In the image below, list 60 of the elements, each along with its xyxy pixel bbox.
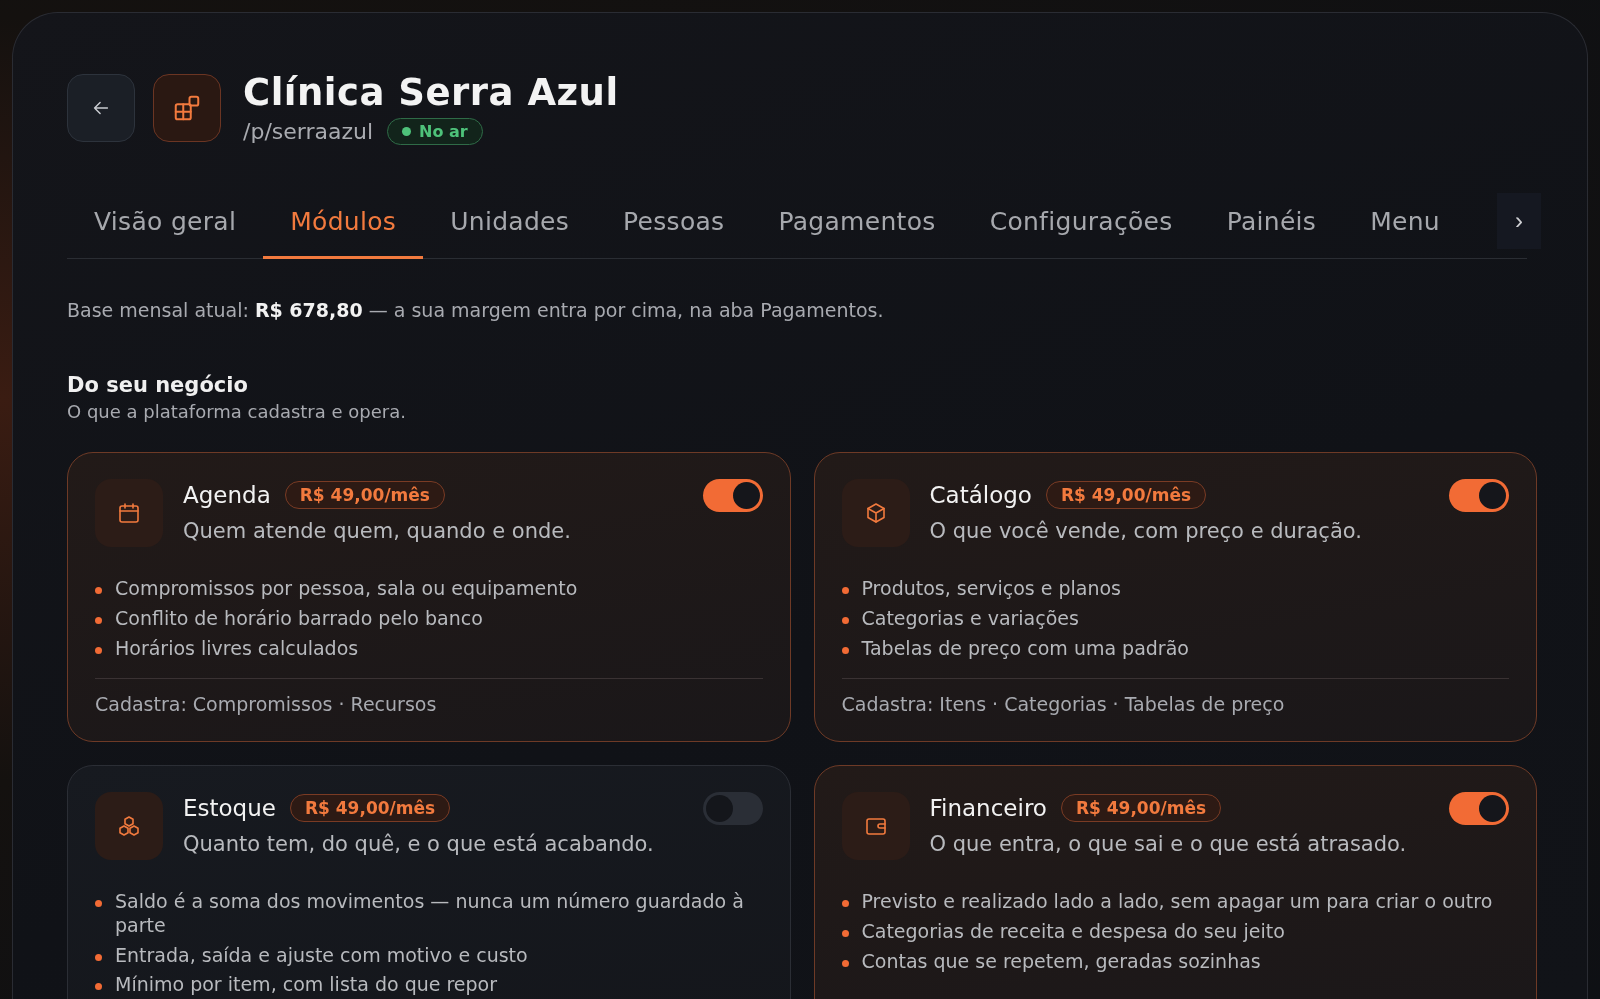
page-path: /p/serraazul (243, 119, 374, 144)
feature-text: Categorias e variações (861, 606, 1079, 631)
feature-text: Horários livres calculados (115, 636, 359, 661)
bullet-dot (95, 900, 102, 907)
tab[interactable]: Menu (1343, 193, 1467, 259)
module-name: Estoque (183, 795, 276, 821)
feature-text: Compromissos por pessoa, sala ou equipamento (115, 577, 578, 601)
page-title: Clínica Serra Azul (243, 71, 619, 114)
status-badge: No ar (387, 118, 483, 145)
feature-text: Categorias de receita e despesa do seu jeito (861, 919, 1285, 944)
tab[interactable]: Visão geral (67, 193, 264, 259)
feature-text: Previsto e realizado lado a lado, sem apagar um para criar o outro (861, 890, 1493, 914)
bullet-dot (841, 616, 849, 624)
bullet-dot (95, 646, 102, 654)
feature-text: Tabelas de preço com uma padrão (861, 636, 1189, 661)
cubes-icon (117, 814, 141, 838)
scroll-right-button[interactable]: › (1497, 193, 1541, 249)
bullet-dot (95, 983, 102, 991)
tab[interactable]: Módulos (263, 193, 424, 259)
feature-text: Contas que se repetem, geradas sozinhas (861, 949, 1261, 974)
tab[interactable]: Pessoas (596, 193, 752, 259)
registers-text: Cadastra: Compromissos · Recursos (95, 678, 763, 716)
price-badge: R$ 49,00/mês (1045, 481, 1207, 509)
module-name: Catálogo (929, 482, 1032, 508)
price-badge: R$ 49,00/mês (289, 794, 451, 822)
bullet-dot (95, 953, 102, 961)
base-price-note: Base mensal atual: R$ 678,80 — a sua margem entra por cima, na aba Pagamentos. (67, 299, 885, 321)
bullet-dot (95, 616, 102, 624)
tab[interactable]: Unidades (423, 193, 597, 259)
feature-text: Produtos, serviços e planos (861, 577, 1121, 601)
feature-text: Mínimo por item, com lista do que repor (115, 973, 498, 997)
section-title: Do seu negócio (67, 373, 249, 397)
toggle-switch[interactable] (702, 479, 763, 512)
calendar-icon (117, 501, 141, 525)
feature-text: Conflito de horário barrado pelo banco (115, 606, 483, 631)
bullet-dot (841, 900, 849, 907)
toggle-switch[interactable] (702, 792, 763, 825)
toggle-switch[interactable] (1449, 479, 1509, 512)
bullet-dot (841, 929, 849, 937)
bullet-dot (841, 587, 849, 594)
toggle-switch[interactable] (1449, 792, 1509, 825)
tab[interactable]: Pagamentos (751, 193, 963, 259)
module-name: Agenda (183, 482, 271, 508)
feature-text: Entrada, saída e ajuste com motivo e custo (115, 943, 528, 968)
module-description: Quanto tem, do quê, e o que está acabando. (183, 832, 655, 856)
tab[interactable]: Painéis (1199, 193, 1344, 259)
feature-text: Saldo é a soma dos movimentos — nunca um número guardado à parte (115, 890, 745, 938)
section-subtitle: O que a plataforma cadastra e opera. (67, 401, 407, 422)
module-description: O que você vende, com preço e duração. (929, 519, 1363, 543)
bullet-dot (841, 959, 849, 967)
tab[interactable]: Configurações (962, 193, 1200, 259)
bullet-dot (95, 587, 102, 594)
price-badge: R$ 49,00/mês (1060, 794, 1222, 822)
blocks-icon (172, 93, 202, 123)
bullet-dot (841, 646, 849, 654)
module-description: O que entra, o que sai e o que está atrasado. (929, 832, 1408, 856)
module-description: Quem atende quem, quando e onde. (183, 519, 572, 543)
module-name: Financeiro (929, 795, 1047, 821)
registers-text: Cadastra: Itens · Categorias · Tabelas de preço (841, 678, 1509, 716)
price-badge: R$ 49,00/mês (284, 481, 445, 509)
